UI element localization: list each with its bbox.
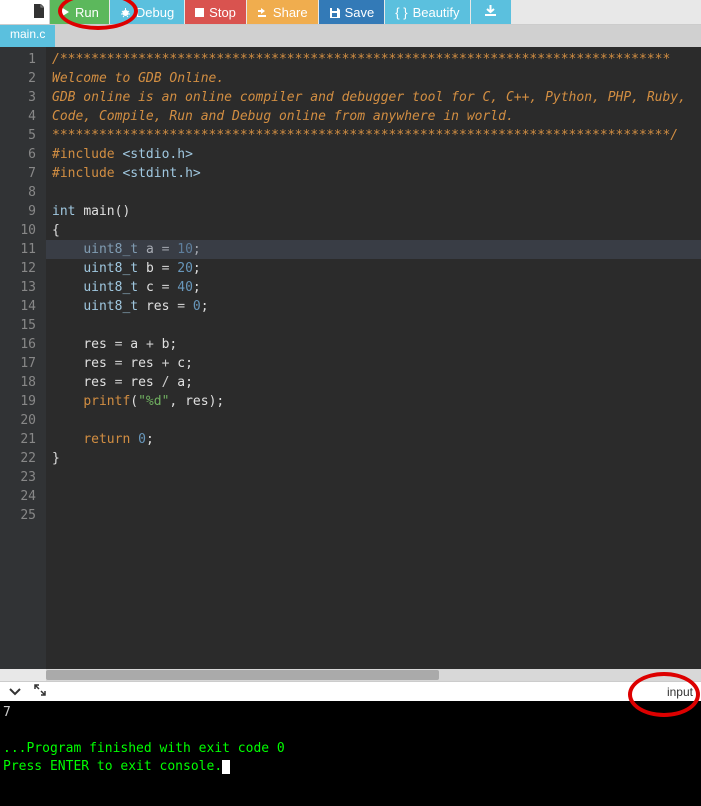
tab-bar: main.c <box>0 25 701 47</box>
debug-label: Debug <box>136 5 174 20</box>
stop-button[interactable]: Stop <box>185 0 246 24</box>
play-icon <box>60 7 70 17</box>
new-file-icon[interactable] <box>33 4 45 18</box>
console-output[interactable]: 7 ...Program finished with exit code 0 P… <box>0 701 701 806</box>
download-button[interactable] <box>471 0 511 24</box>
horizontal-scrollbar[interactable] <box>0 669 701 681</box>
beautify-button[interactable]: { } Beautify <box>385 0 469 24</box>
run-button[interactable]: Run <box>50 0 109 24</box>
share-icon <box>257 7 268 18</box>
bug-icon <box>120 7 131 18</box>
console-cursor <box>222 760 230 774</box>
tab-main-c[interactable]: main.c <box>0 25 55 47</box>
scrollbar-track[interactable] <box>46 669 701 681</box>
code-content[interactable]: /***************************************… <box>46 47 701 669</box>
line-gutter: 1234567891011121314151617181920212223242… <box>0 47 46 669</box>
save-icon <box>329 7 340 18</box>
save-button[interactable]: Save <box>319 0 385 24</box>
expand-icon[interactable] <box>34 683 46 701</box>
save-label: Save <box>345 5 375 20</box>
finished-message: ...Program finished with exit code 0 <box>3 741 285 756</box>
braces-icon: { } <box>395 5 407 20</box>
stop-icon <box>195 8 204 17</box>
stop-label: Stop <box>209 5 236 20</box>
exit-prompt: Press ENTER to exit console. <box>3 759 222 774</box>
beautify-label: Beautify <box>413 5 460 20</box>
run-label: Run <box>75 5 99 20</box>
code-editor[interactable]: 1234567891011121314151617181920212223242… <box>0 47 701 669</box>
console-tab-input[interactable]: input <box>667 685 693 699</box>
debug-button[interactable]: Debug <box>110 0 184 24</box>
share-label: Share <box>273 5 308 20</box>
program-output: 7 <box>3 705 11 720</box>
share-button[interactable]: Share <box>247 0 318 24</box>
collapse-icon[interactable] <box>8 683 22 701</box>
file-panel <box>0 0 50 24</box>
scrollbar-corner <box>0 669 46 681</box>
scrollbar-thumb[interactable] <box>46 670 439 680</box>
console-header: input <box>0 681 701 701</box>
download-icon <box>484 4 497 20</box>
toolbar: Run Debug Stop Share Save { } Beautify <box>0 0 701 25</box>
